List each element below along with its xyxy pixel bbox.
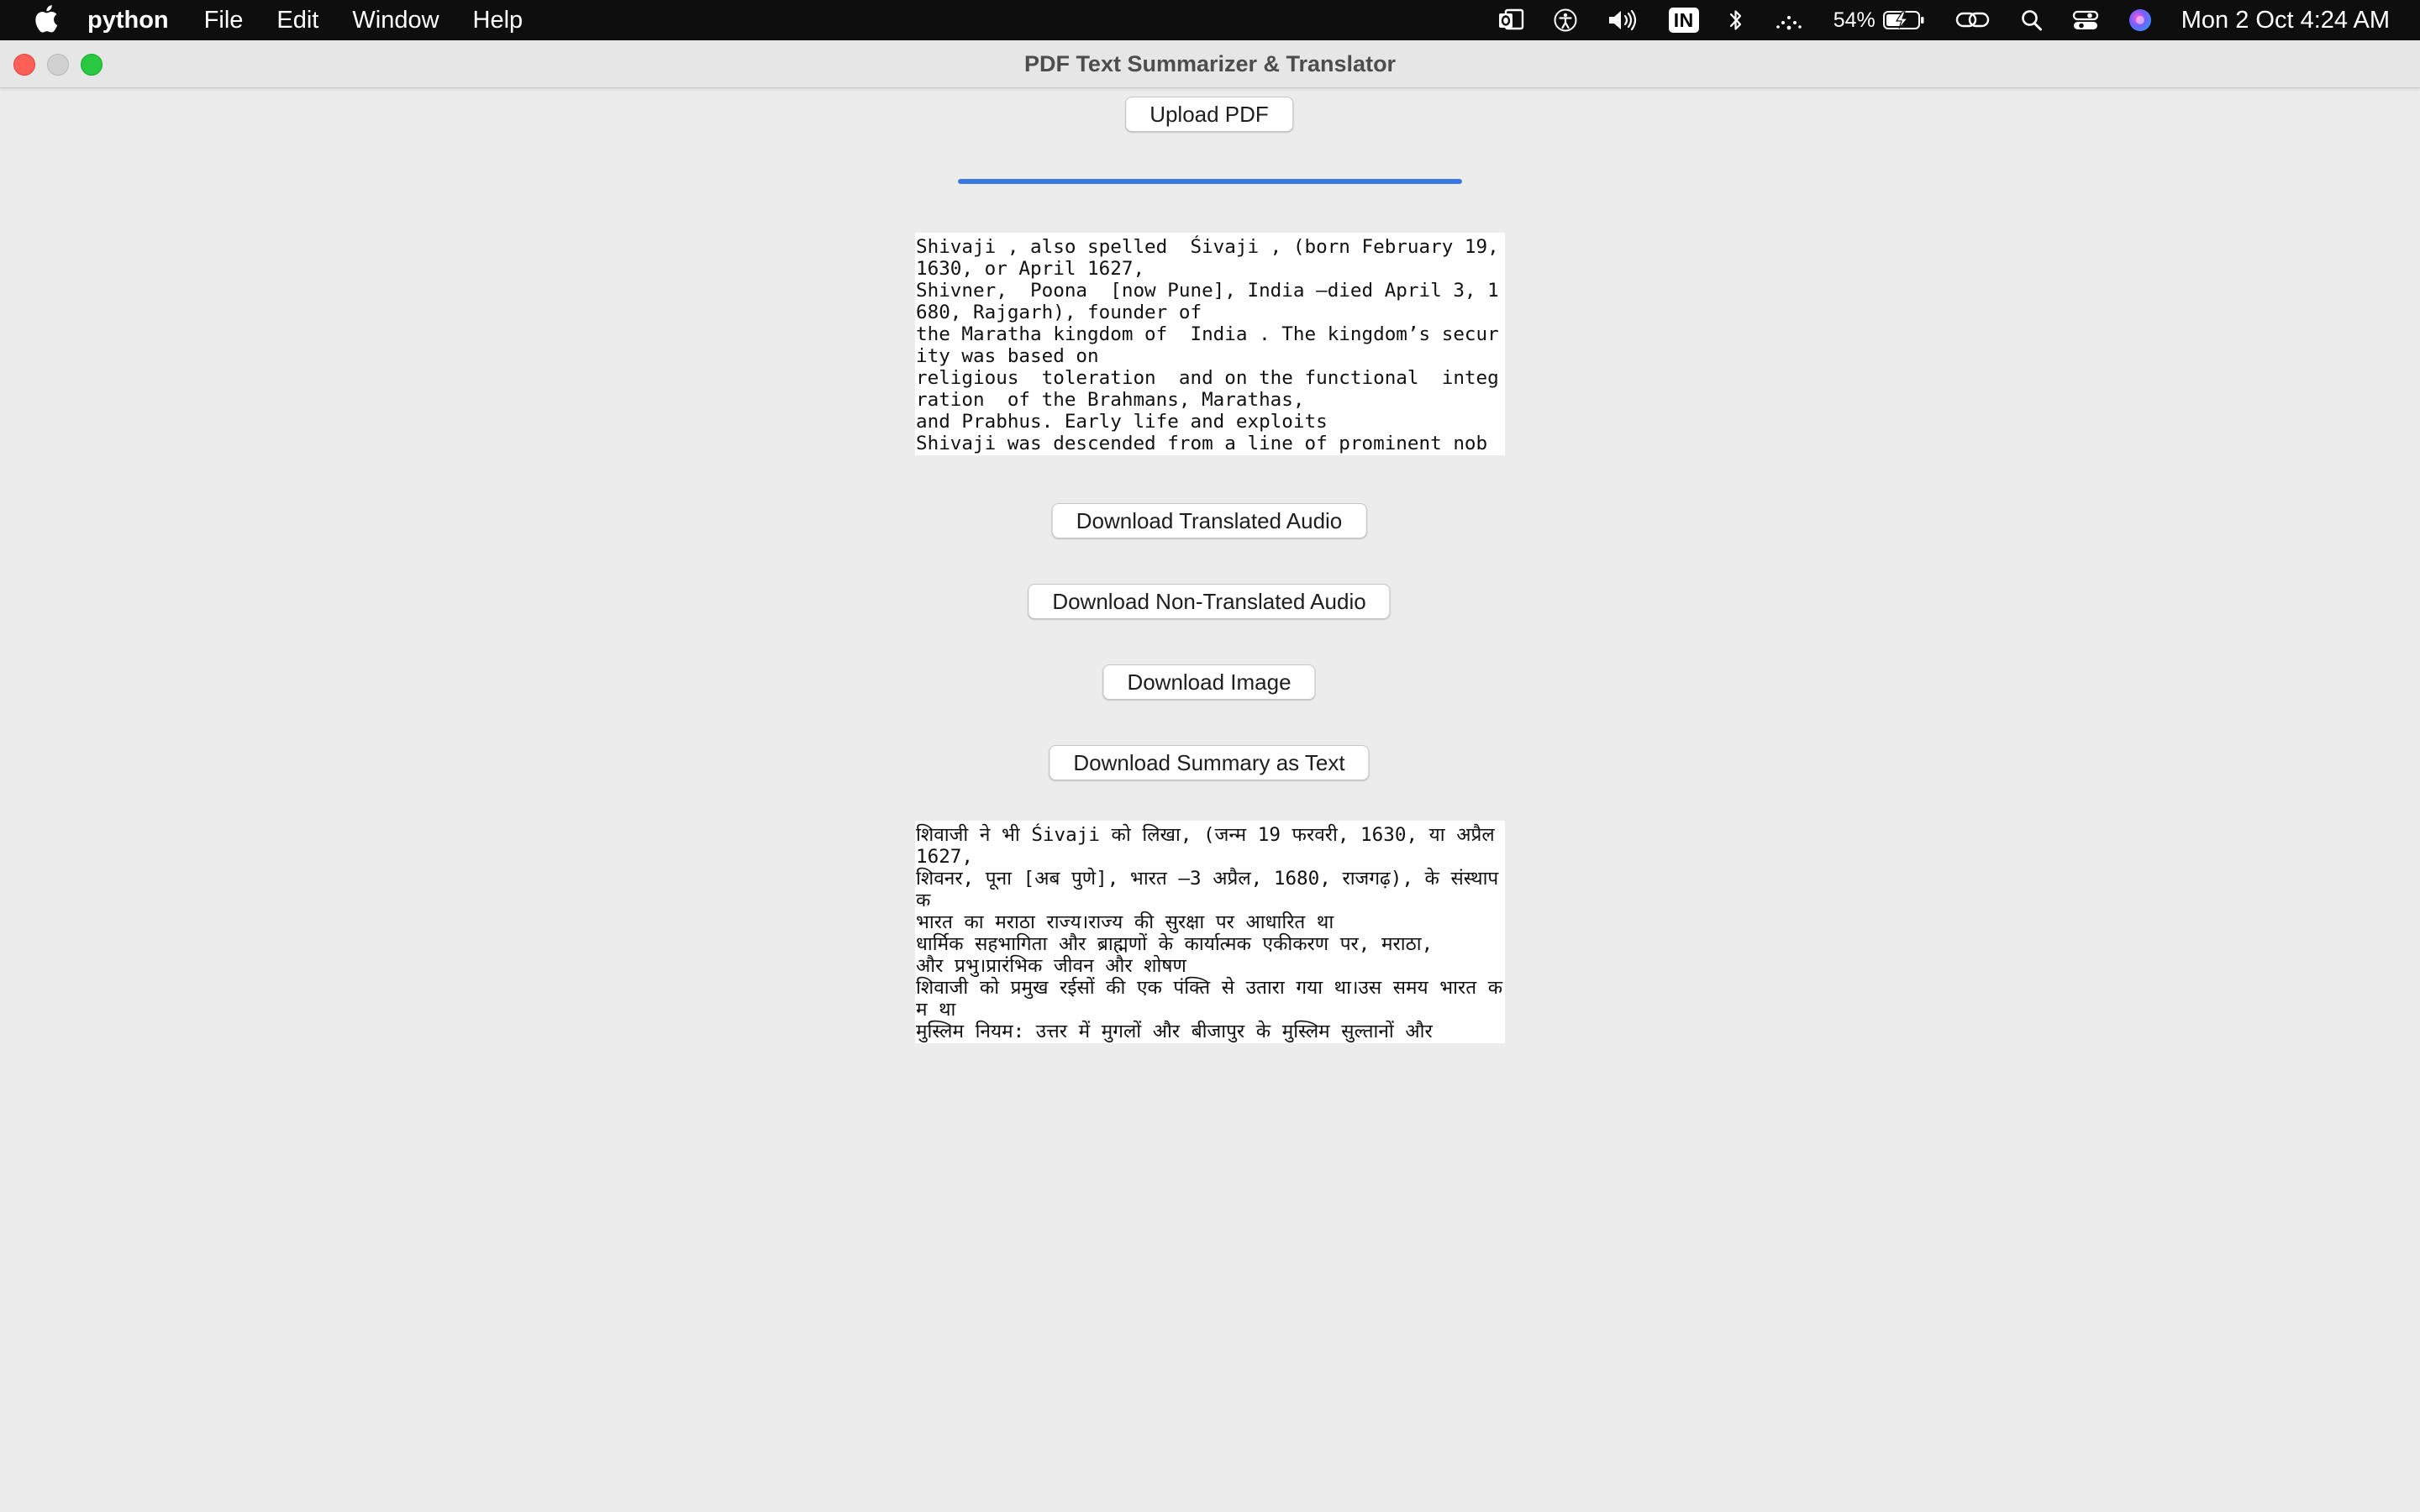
progress-bar — [958, 179, 1462, 184]
volume-icon[interactable] — [1607, 0, 1640, 40]
download-summary-text-button[interactable]: Download Summary as Text — [1049, 745, 1370, 780]
screen-mirroring-icon[interactable] — [1954, 0, 1991, 40]
control-center-icon[interactable] — [2072, 0, 2099, 40]
menu-bar: python File Edit Window Help IN 54% Mon … — [0, 0, 2420, 40]
menu-bar-clock[interactable]: Mon 2 Oct 4:24 AM — [2181, 7, 2390, 34]
progress-bar-fill — [958, 179, 1462, 184]
upload-pdf-button[interactable]: Upload PDF — [1125, 97, 1293, 132]
original-text-box[interactable]: Shivaji , also spelled Śivaji , (born Fe… — [915, 233, 1505, 455]
siri-icon[interactable] — [2128, 0, 2153, 40]
download-non-translated-audio-button[interactable]: Download Non-Translated Audio — [1028, 584, 1391, 619]
input-source-badge[interactable]: IN — [1668, 0, 1699, 40]
menu-file[interactable]: File — [204, 7, 244, 34]
translated-text-box[interactable]: शिवाजी ने भी Śivaji को लिखा, (जन्म 19 फर… — [915, 821, 1505, 1043]
spotlight-search-icon[interactable] — [2020, 0, 2044, 40]
menu-help[interactable]: Help — [473, 7, 523, 34]
wifi-icon[interactable] — [1773, 0, 1805, 40]
outlook-icon[interactable] — [1497, 0, 1524, 40]
menu-app-name[interactable]: python — [87, 7, 169, 34]
window-title-bar: PDF Text Summarizer & Translator — [0, 40, 2420, 88]
window-title: PDF Text Summarizer & Translator — [1023, 51, 1397, 76]
accessibility-icon[interactable] — [1553, 0, 1578, 40]
battery-status[interactable]: 54% — [1833, 0, 1926, 40]
bluetooth-icon[interactable] — [1728, 0, 1744, 40]
menu-window[interactable]: Window — [352, 7, 439, 34]
menu-edit[interactable]: Edit — [276, 7, 318, 34]
battery-icon — [1882, 11, 1924, 29]
download-image-button[interactable]: Download Image — [1102, 664, 1316, 700]
download-translated-audio-button[interactable]: Download Translated Audio — [1051, 503, 1367, 538]
apple-logo-icon[interactable] — [34, 4, 59, 33]
